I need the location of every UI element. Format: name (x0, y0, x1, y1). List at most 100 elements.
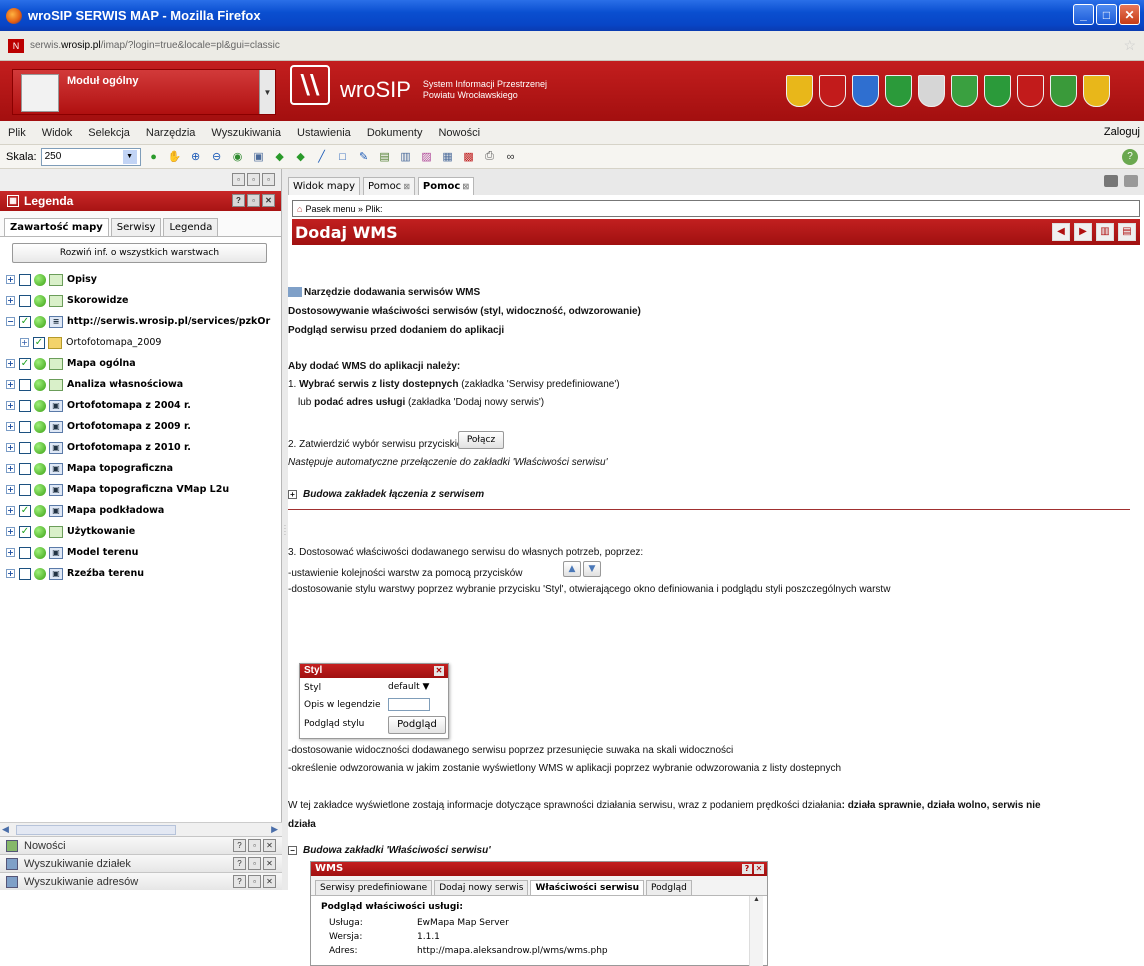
layer-name[interactable]: Ortofotomapa_2009 (66, 337, 161, 348)
menu-item-wyszukiwania[interactable]: Wyszukiwania (203, 127, 289, 139)
help-icon[interactable]: ? (233, 875, 246, 888)
expand-icon[interactable]: + (6, 485, 15, 494)
tab-pomoc-2[interactable]: Pomoc ⊠ (417, 177, 475, 195)
layer-name[interactable]: Ortofotomapa z 2010 r. (67, 442, 191, 453)
accordion-nowosci[interactable]: Nowości ? ▫ ✕ (0, 836, 282, 854)
popout-icon[interactable] (1124, 175, 1138, 187)
module-selector[interactable]: Moduł ogólny ▼ (12, 69, 276, 115)
chart-icon[interactable]: ▨ (419, 149, 435, 165)
menu-item-widok[interactable]: Widok (34, 127, 81, 139)
expand-icon[interactable]: + (6, 548, 15, 557)
legend-desc-input[interactable] (388, 698, 430, 711)
next-page-icon[interactable]: ▶ (1074, 223, 1092, 241)
layer-name[interactable]: Użytkowanie (67, 526, 135, 537)
menu-item-ustawienia[interactable]: Ustawienia (289, 127, 359, 139)
chevron-down-icon[interactable]: ▼ (259, 70, 275, 114)
layer-name[interactable]: Rzeźba terenu (67, 568, 144, 579)
layer-name[interactable]: Opisy (67, 274, 97, 285)
layer-name[interactable]: Skorowidze (67, 295, 128, 306)
measure-icon[interactable]: ▥ (398, 149, 414, 165)
tab-pomoc-1[interactable]: Pomoc ⊠ (363, 177, 415, 195)
layer-visibility-checkbox[interactable] (19, 567, 31, 580)
layer-name[interactable]: Mapa ogólna (67, 358, 136, 369)
scroll-right-icon[interactable]: ▶ (271, 824, 278, 835)
maximize-icon[interactable]: ▫ (262, 173, 275, 186)
bookmark-star-icon[interactable]: ☆ (1123, 37, 1136, 54)
comment-icon[interactable] (1104, 175, 1118, 187)
expand-icon[interactable]: + (6, 296, 15, 305)
close-icon[interactable]: ✕ (754, 864, 764, 874)
restore-icon[interactable]: ▫ (248, 839, 261, 852)
layer-name[interactable]: Mapa podkładowa (67, 505, 164, 516)
expand-icon[interactable]: + (288, 489, 297, 499)
expand-icon[interactable]: + (6, 359, 15, 368)
close-tab-icon[interactable]: ⊠ (403, 182, 410, 191)
extent-icon[interactable]: ▣ (251, 149, 267, 165)
globe-icon[interactable]: ◉ (230, 149, 246, 165)
horizontal-scrollbar[interactable]: ◀ ▶ (0, 822, 282, 836)
layer-visibility-checkbox[interactable] (19, 483, 31, 496)
help-icon[interactable]: ? (742, 864, 752, 874)
menu-item-plik[interactable]: Plik (0, 127, 34, 139)
scroll-left-icon[interactable]: ◀ (2, 824, 9, 835)
help-icon[interactable]: ? (232, 194, 245, 207)
layer-visibility-checkbox[interactable] (19, 294, 31, 307)
tab-widok-mapy[interactable]: Widok mapy (288, 177, 361, 195)
hand-icon[interactable]: ✋ (167, 149, 183, 165)
layer-visibility-checkbox[interactable] (19, 399, 31, 412)
info-icon[interactable]: ● (146, 149, 162, 165)
scrollbar-thumb[interactable] (16, 825, 176, 835)
tab-legenda[interactable]: Legenda (163, 218, 219, 236)
layer-name[interactable]: Model terenu (67, 547, 138, 558)
login-link[interactable]: Zaloguj (1104, 126, 1140, 138)
layer-visibility-checkbox[interactable] (19, 420, 31, 433)
layer-name[interactable]: Ortofotomapa z 2004 r. (67, 400, 191, 411)
layer-visibility-checkbox[interactable] (19, 441, 31, 454)
move-down-icon[interactable]: ▼ (583, 561, 601, 577)
expand-icon[interactable]: + (6, 380, 15, 389)
line-icon[interactable]: ╱ (314, 149, 330, 165)
expand-icon[interactable]: + (6, 275, 15, 284)
rect-icon[interactable]: □ (335, 149, 351, 165)
layer-visibility-checkbox[interactable]: ✓ (33, 336, 45, 349)
expand-all-button[interactable]: Rozwiń inf. o wszystkich warstwach (12, 243, 267, 263)
layer-name[interactable]: Mapa topograficzna (67, 463, 173, 474)
back-icon[interactable]: ◆ (272, 149, 288, 165)
layer-visibility-checkbox[interactable]: ✓ (19, 525, 31, 538)
tab-serwisy[interactable]: Serwisy (110, 218, 162, 236)
vertical-scrollbar[interactable]: ▲ (749, 896, 763, 966)
expand-icon[interactable]: + (6, 464, 15, 473)
print-icon[interactable]: ▤ (1118, 223, 1136, 241)
expand-icon[interactable]: + (20, 338, 29, 347)
layer-visibility-checkbox[interactable]: ✓ (19, 357, 31, 370)
table-icon[interactable]: ▦ (440, 149, 456, 165)
close-icon[interactable]: ✕ (262, 194, 275, 207)
tab-podglad[interactable]: Podgląd (646, 880, 692, 895)
layer-name[interactable]: http://serwis.wrosip.pl/services/pzkOr (67, 316, 270, 327)
expand-icon[interactable]: + (6, 443, 15, 452)
layer-visibility-checkbox[interactable] (19, 462, 31, 475)
tab-wlasciwosci-serwisu[interactable]: Właściwości serwisu (530, 880, 645, 895)
section-connection-tabs[interactable]: + Budowa zakładek łączenia z serwisem (288, 489, 484, 500)
chevron-down-icon[interactable]: ▼ (122, 149, 137, 164)
close-icon[interactable]: ✕ (434, 666, 444, 676)
help-icon[interactable]: ? (233, 857, 246, 870)
forward-icon[interactable]: ◆ (293, 149, 309, 165)
expand-icon[interactable]: − (6, 317, 15, 326)
close-icon[interactable]: ✕ (263, 857, 276, 870)
grid-icon[interactable]: ▩ (461, 149, 477, 165)
expand-icon[interactable]: + (6, 527, 15, 536)
expand-icon[interactable]: + (6, 422, 15, 431)
link-icon[interactable]: ∞ (503, 149, 519, 165)
restore-icon[interactable]: ▫ (247, 173, 260, 186)
layer-name[interactable]: Analiza własnościowa (67, 379, 183, 390)
accordion-wyszukiwanie-adresow[interactable]: Wyszukiwanie adresów ? ▫ ✕ (0, 872, 282, 890)
menu-item-narzedzia[interactable]: Narzędzia (138, 127, 204, 139)
maximize-button[interactable]: □ (1096, 4, 1117, 25)
section-properties-tab[interactable]: − Budowa zakładki 'Właściwości serwisu' (288, 845, 491, 856)
print-icon[interactable]: ⎙ (482, 149, 498, 165)
move-up-icon[interactable]: ▲ (563, 561, 581, 577)
menu-item-nowosci[interactable]: Nowości (430, 127, 488, 139)
collapse-icon[interactable]: ▫ (232, 173, 245, 186)
layer-visibility-checkbox[interactable] (19, 378, 31, 391)
